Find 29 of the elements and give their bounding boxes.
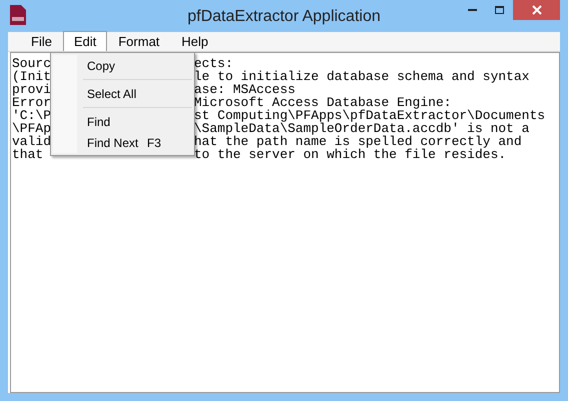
text-line: to the server on which the file resides. — [194, 148, 506, 161]
menu-item[interactable]: Help — [170, 31, 220, 51]
menu-option[interactable]: Select All — [51, 83, 194, 104]
text-line: st Computing\PFApps\pfDataExtractor\Documents — [194, 109, 546, 122]
menu-option[interactable]: Copy — [51, 55, 194, 76]
text-line: \PFAp — [12, 121, 52, 136]
app-icon — [10, 5, 26, 25]
text-line: Sourc — [12, 56, 52, 71]
text-line: 'C:\P — [12, 108, 52, 123]
text-area[interactable] — [10, 52, 560, 393]
window-title: pfDataExtractor Application — [188, 7, 380, 27]
text-line: le to initialize database schema and syntax — [194, 70, 530, 83]
text-line: provi — [12, 82, 52, 97]
text-line: Microsoft Access Database Engine: — [194, 96, 452, 109]
menu-option[interactable]: Find — [51, 111, 194, 132]
menu-item[interactable]: File — [20, 31, 63, 51]
text-line: Error — [12, 95, 52, 110]
text-line: that — [12, 147, 44, 162]
text-line: hat the path name is spelled correctly and — [194, 135, 522, 148]
text-line: valid — [12, 134, 52, 149]
text-line: \SampleData\SampleOrderData.accdb' is not a — [194, 122, 530, 135]
menu-option[interactable]: Find Next F3 — [51, 132, 194, 153]
menu-item[interactable]: Edit — [62, 31, 108, 51]
close-button[interactable] — [513, 0, 560, 20]
text-line: (Init — [12, 69, 52, 84]
menu-item[interactable]: Format — [107, 31, 171, 51]
text-line: ects: — [194, 57, 234, 70]
text-line: ase: MSAccess — [194, 83, 296, 96]
close-icon — [532, 5, 542, 15]
